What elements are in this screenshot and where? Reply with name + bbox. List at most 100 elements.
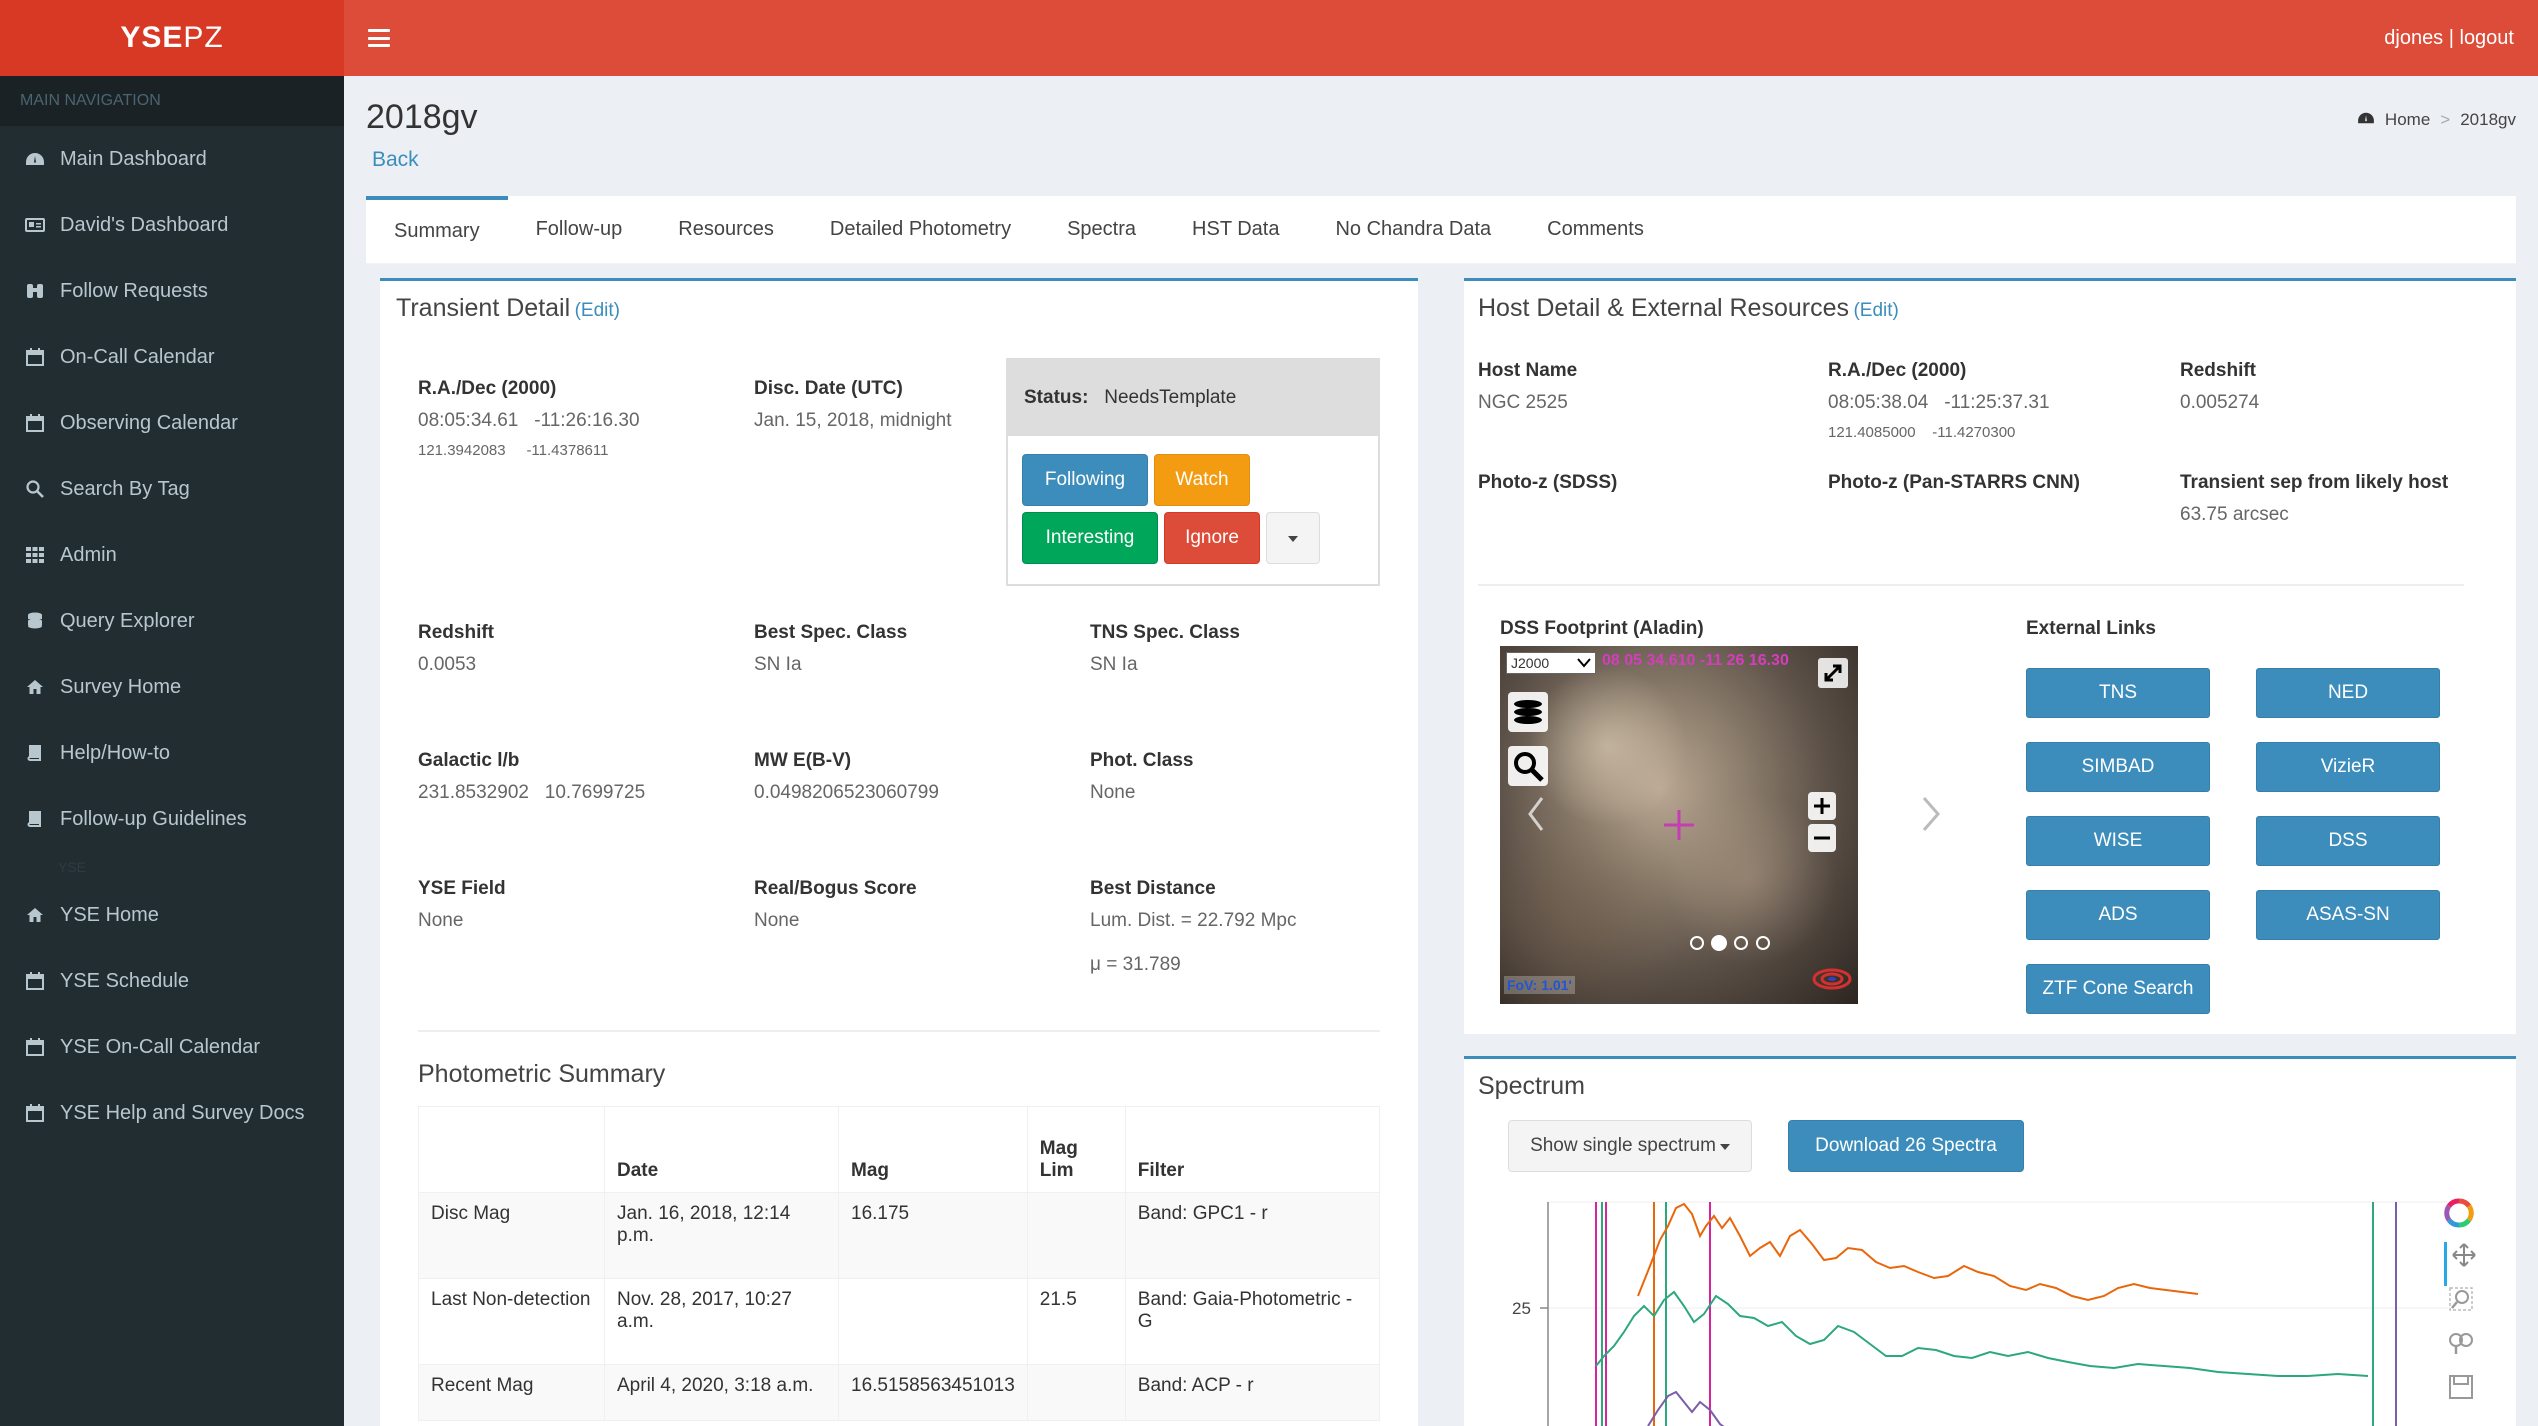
sidebar-item-label: Query Explorer	[60, 609, 195, 632]
spectrum-series-purple	[1647, 1390, 1725, 1426]
user-links[interactable]: djones | logout	[2384, 27, 2514, 50]
tab-spectra[interactable]: Spectra	[1039, 196, 1164, 263]
host-radec: R.A./Dec (2000) 08:05:38.04 -11:25:37.31…	[1828, 360, 2050, 441]
host-edit-link[interactable]: (Edit)	[1853, 300, 1898, 321]
best-spec-label: Best Spec. Class	[754, 622, 908, 643]
real-bogus-value: None	[754, 910, 800, 931]
plot-logo-icon[interactable]	[2444, 1198, 2478, 1242]
zoom-out-icon[interactable]	[1808, 824, 1836, 857]
sidebar-item-yse-schedule[interactable]: YSE Schedule	[0, 948, 344, 1014]
home-icon	[24, 676, 46, 698]
breadcrumb-home[interactable]: Home	[2385, 110, 2430, 130]
watch-button[interactable]: Watch	[1154, 454, 1250, 506]
sidebar-item-admin[interactable]: Admin	[0, 522, 344, 588]
transient-disc-date: Disc. Date (UTC) Jan. 15, 2018, midnight	[754, 378, 952, 432]
transient-edit-link[interactable]: (Edit)	[575, 300, 620, 321]
phot-class-label: Phot. Class	[1090, 750, 1194, 771]
transient-best-spec: Best Spec. Class SN Ia	[754, 622, 907, 676]
sidebar-item-main-dashboard[interactable]: Main Dashboard	[0, 126, 344, 192]
calendar-icon	[24, 412, 46, 434]
tab-detailed-photometry[interactable]: Detailed Photometry	[802, 196, 1039, 263]
table-cell: Recent Mag	[418, 1364, 605, 1421]
breadcrumb-current: 2018gv	[2460, 110, 2516, 129]
tab-hst-data[interactable]: HST Data	[1164, 196, 1307, 263]
sidebar-item-on-call-calendar[interactable]: On-Call Calendar	[0, 324, 344, 390]
zoom-in-icon[interactable]	[1808, 792, 1836, 825]
spectrum-series-green	[1595, 1290, 2369, 1377]
transient-detail-title: Transient Detail	[396, 294, 571, 322]
photo-z-sdss-label: Photo-z (SDSS)	[1478, 472, 1618, 493]
asas-sn-link-button[interactable]: ASAS-SN	[2256, 890, 2440, 940]
brand-thin: PZ	[183, 21, 224, 54]
redshift-value: 0.0053	[418, 654, 477, 675]
binoculars-icon	[24, 280, 46, 302]
carousel-next-icon[interactable]	[1920, 794, 1944, 839]
aladin-sky-viewer[interactable]: J2000 08 05 34.610 -11 26 16.30 FoV: 1.0…	[1500, 646, 1858, 1004]
sidebar-item-yse-on-call-calendar[interactable]: YSE On-Call Calendar	[0, 1014, 344, 1080]
tab-follow-up[interactable]: Follow-up	[508, 196, 651, 263]
ra-value: 08:05:34.61	[418, 410, 519, 431]
status-dropdown-button[interactable]	[1266, 512, 1320, 564]
menu-toggle-icon[interactable]	[368, 29, 390, 47]
table-cell: 21.5	[1026, 1278, 1126, 1365]
sidebar-item-yse-help-docs[interactable]: YSE Help and Survey Docs	[0, 1080, 344, 1146]
wise-link-button[interactable]: WISE	[2026, 816, 2210, 866]
sidebar-item-query-explorer[interactable]: Query Explorer	[0, 588, 344, 654]
ads-link-button[interactable]: ADS	[2026, 890, 2210, 940]
tns-link-button[interactable]: TNS	[2026, 668, 2210, 718]
sidebar-item-search-by-tag[interactable]: Search By Tag	[0, 456, 344, 522]
tab-summary[interactable]: Summary	[366, 196, 508, 263]
interesting-button[interactable]: Interesting	[1022, 512, 1158, 564]
box-zoom-icon[interactable]	[2444, 1286, 2478, 1330]
status-value: NeedsTemplate	[1104, 387, 1237, 408]
sidebar-item-follow-up-guidelines[interactable]: Follow-up Guidelines	[0, 786, 344, 852]
tns-spec-value: SN Ia	[1090, 654, 1138, 675]
sidebar-item-survey-home[interactable]: Survey Home	[0, 654, 344, 720]
spectrum-select-dropdown[interactable]: Show single spectrum	[1508, 1120, 1752, 1172]
simbad-link-button[interactable]: SIMBAD	[2026, 742, 2210, 792]
tab-no-chandra-data[interactable]: No Chandra Data	[1307, 196, 1519, 263]
table-header: Mag Lim	[1026, 1106, 1126, 1193]
carousel-prev-icon[interactable]	[1526, 796, 1546, 837]
sidebar-item-davids-dashboard[interactable]: David's Dashboard	[0, 192, 344, 258]
transient-best-distance: Best Distance Lum. Dist. = 22.792 Mpc μ …	[1090, 878, 1296, 976]
wheel-zoom-icon[interactable]	[2444, 1330, 2478, 1374]
home-icon	[24, 904, 46, 926]
separation-label: Transient sep from likely host	[2180, 472, 2449, 493]
download-spectra-button[interactable]: Download 26 Spectra	[1788, 1120, 2024, 1172]
fov-readout: FoV: 1.01'	[1504, 976, 1575, 994]
sidebar-item-yse-home[interactable]: YSE Home	[0, 882, 344, 948]
zoom-search-icon[interactable]	[1508, 746, 1548, 791]
save-icon[interactable]	[2444, 1374, 2478, 1418]
fullscreen-icon[interactable]	[1818, 658, 1848, 693]
tab-comments[interactable]: Comments	[1519, 196, 1672, 263]
ned-link-button[interactable]: NED	[2256, 668, 2440, 718]
carousel-indicators[interactable]	[1688, 934, 1772, 957]
galactic-l-value: 231.8532902	[418, 782, 529, 803]
pan-tool-icon[interactable]	[2444, 1242, 2478, 1286]
brand-logo[interactable]: YSE PZ	[0, 0, 344, 76]
tab-resources[interactable]: Resources	[650, 196, 802, 263]
book-icon	[24, 808, 46, 830]
status-panel: Status: NeedsTemplate Following Watch In…	[1006, 358, 1380, 586]
following-button[interactable]: Following	[1022, 454, 1148, 506]
sidebar-item-label: Follow Requests	[60, 279, 208, 302]
host-name: Host Name NGC 2525	[1478, 360, 1577, 414]
sidebar-item-label: Observing Calendar	[60, 411, 238, 434]
sidebar-item-observing-calendar[interactable]: Observing Calendar	[0, 390, 344, 456]
ignore-button[interactable]: Ignore	[1164, 512, 1260, 564]
back-link[interactable]: Back	[372, 148, 419, 172]
spectrum-plot[interactable]: 25	[1478, 1196, 2478, 1426]
spectrum-plot-svg: 25	[1512, 1201, 2448, 1426]
host-ra-value: 08:05:38.04	[1828, 392, 1929, 413]
sidebar-item-follow-requests[interactable]: Follow Requests	[0, 258, 344, 324]
frame-select[interactable]: J2000	[1506, 652, 1596, 674]
sidebar-item-help-how-to[interactable]: Help/How-to	[0, 720, 344, 786]
ztf-cone-search-button[interactable]: ZTF Cone Search	[2026, 964, 2210, 1014]
dss-link-button[interactable]: DSS	[2256, 816, 2440, 866]
separation-value: 63.75 arcsec	[2180, 504, 2289, 525]
vizier-link-button[interactable]: VizieR	[2256, 742, 2440, 792]
table-cell: 16.175	[838, 1192, 1028, 1279]
table-cell	[1026, 1192, 1126, 1279]
layers-icon[interactable]	[1508, 692, 1548, 737]
